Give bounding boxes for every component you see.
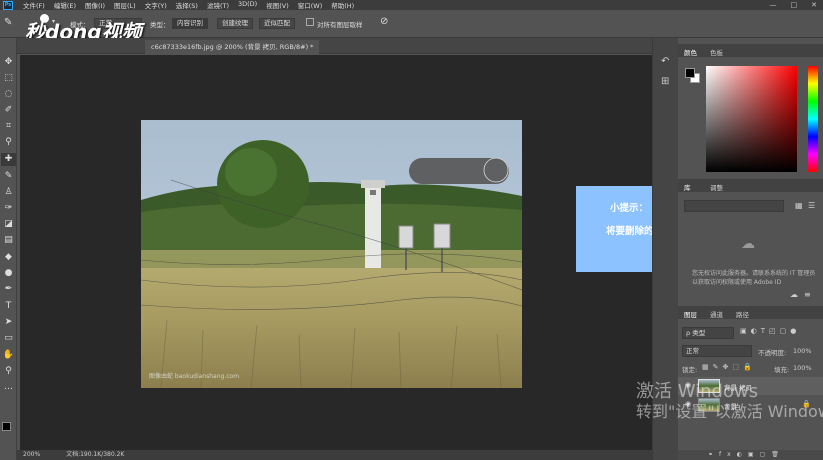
- fill-label: 填充:: [774, 366, 790, 374]
- minimize-button[interactable]: —: [770, 1, 777, 9]
- layer-filter-icons[interactable]: ▣◐T◰▢●: [740, 327, 800, 335]
- type-label: 类型：: [150, 21, 170, 29]
- close-button[interactable]: ✕: [811, 1, 817, 9]
- hand-tool-icon[interactable]: ✋: [1, 349, 16, 362]
- layer-filter-select[interactable]: ρ 类型: [682, 327, 734, 339]
- brush-tool-icon[interactable]: ✎: [1, 170, 16, 183]
- tab-adjustments[interactable]: 调整: [710, 182, 723, 192]
- more-tools-icon[interactable]: …: [1, 381, 16, 394]
- tip-title: 小提示：: [610, 203, 649, 214]
- zoom-tool-icon[interactable]: ⚲: [1, 365, 16, 378]
- color-panel-header: [678, 44, 823, 57]
- type-create-texture-button[interactable]: 创建纹理: [217, 18, 253, 29]
- eyedropper-tool-icon[interactable]: ⚲: [1, 136, 16, 149]
- move-tool-icon[interactable]: ✥: [1, 56, 16, 69]
- opacity-input[interactable]: 100%: [793, 347, 812, 355]
- tab-swatches[interactable]: 色板: [710, 47, 723, 57]
- library-menu-icon[interactable]: ≡: [804, 290, 811, 299]
- fill-input[interactable]: 100%: [793, 364, 812, 372]
- blur-tool-icon[interactable]: ◆: [1, 251, 16, 264]
- photoshop-logo-icon: Ps: [3, 0, 13, 10]
- menu-list: 文件(F) 编辑(E) 图像(I) 图层(L) 文字(Y) 选择(S) 滤镜(T…: [23, 0, 354, 10]
- tab-paths[interactable]: 路径: [736, 309, 749, 319]
- windows-activation-notice: 激活 Windows 转到"设置"以激活 Windows。: [636, 382, 823, 422]
- menu-filter[interactable]: 滤镜(T): [207, 0, 229, 10]
- sample-all-label: 对所有图层取样: [317, 21, 363, 29]
- library-select[interactable]: [684, 200, 784, 212]
- menu-layer[interactable]: 图层(L): [114, 0, 136, 10]
- activation-line-1: 激活 Windows: [636, 381, 759, 402]
- document-image[interactable]: 图像由蛇 baokudianshang.com: [141, 120, 522, 388]
- history-panel-icon[interactable]: ↶: [661, 56, 669, 67]
- grid-view-icon[interactable]: ▦: [795, 201, 803, 210]
- menu-window[interactable]: 窗口(W): [298, 0, 323, 10]
- zoom-level[interactable]: 200%: [23, 451, 40, 458]
- lock-icons[interactable]: ▦✎✥⬚🔒: [702, 363, 756, 371]
- foreground-color-swatch[interactable]: [2, 422, 11, 431]
- maximize-button[interactable]: □: [791, 1, 798, 9]
- libraries-panel-header: [678, 179, 823, 192]
- color-picker-field[interactable]: [706, 66, 797, 172]
- window-controls: — □ ✕: [770, 0, 823, 10]
- healing-brush-tool-icon[interactable]: ✚: [1, 153, 16, 166]
- libraries-message: 您无权访问此服务器。请联系系统的 IT 管理员以获取访问权限或使用 Adobe …: [692, 270, 816, 286]
- menu-bar: Ps 文件(F) 编辑(E) 图像(I) 图层(L) 文字(Y) 选择(S) 滤…: [0, 0, 823, 10]
- activation-line-2: 转到"设置"以激活 Windows。: [636, 402, 823, 421]
- list-view-icon[interactable]: ☰: [808, 201, 815, 210]
- tab-channels[interactable]: 通道: [710, 309, 723, 319]
- tab-libraries[interactable]: 库: [684, 182, 691, 192]
- crop-tool-icon[interactable]: ⌗: [1, 120, 16, 133]
- type-proximity-match-button[interactable]: 近似匹配: [259, 18, 295, 29]
- tab-color[interactable]: 颜色: [684, 47, 697, 57]
- dodge-tool-icon[interactable]: ●: [1, 267, 16, 280]
- healing-brush-stroke: [409, 158, 509, 184]
- marquee-tool-icon[interactable]: ⬚: [1, 72, 16, 85]
- tab-layers[interactable]: 图层: [684, 309, 697, 319]
- cloud-sync-icon[interactable]: ☁: [790, 290, 798, 299]
- document-size-info: 文档:190.1K/380.2K: [66, 451, 125, 458]
- menu-edit[interactable]: 编辑(E): [54, 0, 76, 10]
- document-tab[interactable]: c6c87333e16fb.jpg @ 200% (背景 拷贝, RGB/8#)…: [145, 40, 320, 54]
- menu-view[interactable]: 视图(V): [266, 0, 289, 10]
- lasso-tool-icon[interactable]: ◌: [1, 88, 16, 101]
- fg-color-swatch[interactable]: [685, 68, 695, 78]
- shape-tool-icon[interactable]: ▭: [1, 332, 16, 345]
- lock-label: 锁定:: [682, 366, 698, 374]
- type-content-aware-button[interactable]: 内容识别: [172, 18, 208, 29]
- clone-stamp-tool-icon[interactable]: ♙: [1, 186, 16, 199]
- menu-3d[interactable]: 3D(D): [238, 0, 257, 10]
- layers-footer: ⚭fx◐▣▢🗑: [678, 450, 823, 460]
- opacity-label: 不透明度:: [758, 349, 787, 357]
- menu-type[interactable]: 文字(Y): [145, 0, 167, 10]
- menu-file[interactable]: 文件(F): [23, 0, 45, 10]
- eraser-tool-icon[interactable]: ◪: [1, 218, 16, 231]
- menu-select[interactable]: 选择(S): [176, 0, 198, 10]
- document-tab-bar: c6c87333e16fb.jpg @ 200% (背景 拷贝, RGB/8#)…: [17, 38, 652, 54]
- spot-healing-brush-icon[interactable]: ✎: [4, 17, 12, 28]
- type-tool-icon[interactable]: T: [1, 300, 16, 313]
- pressure-size-icon[interactable]: ⊘: [380, 16, 388, 27]
- properties-panel-icon[interactable]: ⊞: [661, 76, 669, 87]
- cloud-offline-icon: ☁: [741, 236, 755, 252]
- path-select-tool-icon[interactable]: ➤: [1, 316, 16, 329]
- quick-select-tool-icon[interactable]: ✐: [1, 104, 16, 117]
- menu-help[interactable]: 帮助(H): [331, 0, 354, 10]
- gradient-tool-icon[interactable]: ▤: [1, 234, 16, 247]
- menu-image[interactable]: 图像(I): [85, 0, 105, 10]
- history-brush-tool-icon[interactable]: ✑: [1, 202, 16, 215]
- tools-panel: ✥ ⬚ ◌ ✐ ⌗ ⚲ ✚ ✎ ♙ ✑ ◪ ▤ ◆ ● ✒ T ➤ ▭ ✋ ⚲ …: [0, 38, 17, 460]
- sample-all-checkbox[interactable]: [306, 18, 314, 26]
- layers-panel-header: [678, 306, 823, 319]
- landscape-photo: 图像由蛇 baokudianshang.com: [141, 120, 522, 388]
- photo-watermark: 图像由蛇 baokudianshang.com: [149, 372, 239, 380]
- hue-slider[interactable]: [808, 66, 818, 172]
- layer-action-icons[interactable]: ⚭fx◐▣▢🗑: [708, 451, 785, 458]
- status-bar: 200% 文档:190.1K/380.2K: [17, 450, 652, 460]
- pen-tool-icon[interactable]: ✒: [1, 283, 16, 296]
- blend-mode-select[interactable]: 正常: [682, 345, 752, 357]
